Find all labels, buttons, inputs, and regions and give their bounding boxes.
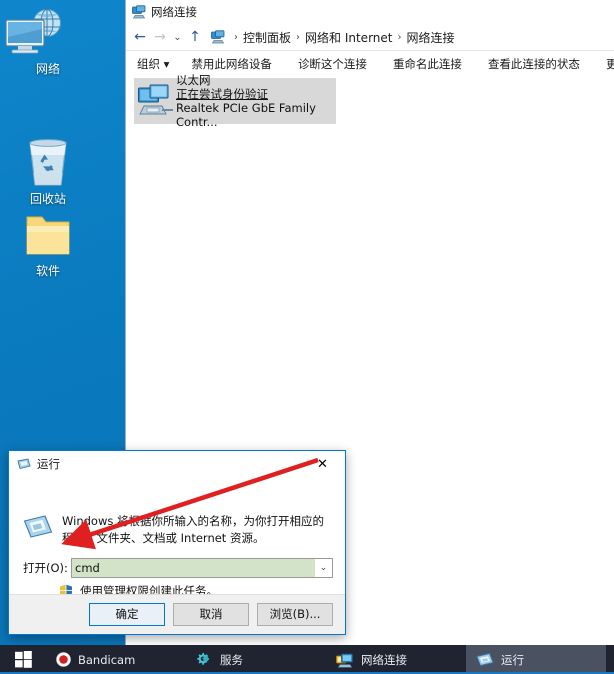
network-globe-icon [0, 6, 96, 58]
desktop-icon-label: 回收站 [29, 192, 66, 206]
run-large-icon [23, 513, 53, 544]
taskbar-item-label: Bandicam [78, 652, 136, 667]
toolbar-view-status-button[interactable]: 查看此连接的状态 [475, 52, 593, 76]
run-dialog-titlebar: 运行 ✕ [9, 451, 345, 477]
toolbar-organize-button[interactable]: 组织 ▾ [126, 52, 178, 76]
recent-locations-chevron-down-icon[interactable]: ⌄ [170, 26, 185, 48]
taskbar-item-label: 服务 [220, 652, 243, 667]
network-connections-icon [132, 5, 146, 19]
run-icon [476, 652, 494, 667]
up-button[interactable]: ↑ [185, 26, 205, 48]
open-label: 打开(O): [23, 561, 68, 575]
taskbar-item-label: 网络连接 [361, 652, 407, 667]
breadcrumb-network-connections-icon [211, 30, 225, 44]
run-icon [17, 457, 31, 471]
desktop-icon-label: 软件 [35, 264, 60, 278]
taskbar: Bandicam 服务 网络连接 运行 [0, 645, 614, 674]
run-dialog-title-text: 运行 [37, 457, 60, 471]
recycle-bin-icon [0, 136, 96, 188]
breadcrumb-item-network-internet[interactable]: 网络和 Internet [305, 29, 392, 46]
chevron-down-icon[interactable]: ⌄ [315, 559, 332, 577]
run-dialog: 运行 ✕ Windows 将根据你所输入的名称，为你打开相应的程序、文件夹、文档… [8, 450, 346, 635]
taskbar-item-run[interactable]: 运行 [466, 645, 606, 674]
forward-button[interactable]: → [150, 26, 170, 48]
run-open-row: 打开(O): ⌄ [23, 558, 333, 578]
breadcrumb-separator: › [296, 31, 301, 43]
close-icon[interactable]: ✕ [300, 451, 345, 477]
connection-name: 以太网 [176, 73, 211, 87]
desktop-icon-label: 网络 [35, 62, 60, 76]
run-dialog-body: Windows 将根据你所输入的名称，为你打开相应的程序、文件夹、文档或 Int… [9, 477, 345, 598]
bandicam-record-icon [56, 652, 71, 667]
services-gears-icon [196, 652, 213, 668]
taskbar-item-network-connections[interactable]: 网络连接 [326, 645, 466, 674]
taskbar-item-label: 运行 [501, 652, 524, 667]
ok-button[interactable]: 确定 [89, 603, 165, 626]
network-connections-icon [336, 652, 354, 668]
breadcrumb-separator: › [234, 31, 238, 43]
desktop-icon-network[interactable]: 网络 [0, 6, 96, 76]
connection-item-ethernet[interactable]: 以太网 正在尝试身份验证 Realtek PCIe GbE Family Con… [134, 73, 336, 129]
breadcrumb-item-network-connections[interactable]: 网络连接 [406, 29, 454, 46]
connection-item-text: 以太网 正在尝试身份验证 Realtek PCIe GbE Family Con… [176, 73, 332, 129]
connection-status: 正在尝试身份验证 [176, 87, 268, 101]
folder-icon [0, 208, 96, 260]
cancel-button[interactable]: 取消 [173, 603, 249, 626]
toolbar-diagnose-connection-button[interactable]: 诊断这个连接 [285, 52, 380, 76]
explorer-navigation-bar: ← → ⌄ ↑ › 控制面板 › 网络和 Internet › 网络连接 [126, 24, 614, 50]
explorer-titlebar: 网络连接 [126, 0, 614, 24]
run-dialog-footer: 确定 取消 浏览(B)... [9, 594, 345, 634]
toolbar-change-settings-button[interactable]: 更改此连接的设置 [593, 52, 614, 76]
taskbar-item-services[interactable]: 服务 [186, 645, 326, 674]
windows-start-icon[interactable] [0, 645, 46, 674]
open-combobox[interactable]: ⌄ [71, 558, 333, 578]
ethernet-adapter-icon [138, 84, 176, 118]
desktop-icon-recycle-bin[interactable]: 回收站 [0, 136, 96, 206]
connection-adapter: Realtek PCIe GbE Family Contr... [176, 101, 316, 129]
breadcrumb-separator: › [397, 31, 402, 43]
desktop-icon-software[interactable]: 软件 [0, 208, 96, 278]
back-button[interactable]: ← [130, 26, 150, 48]
toolbar-disable-device-button[interactable]: 禁用此网络设备 [178, 52, 285, 76]
breadcrumb-item-control-panel[interactable]: 控制面板 [243, 29, 291, 46]
taskbar-item-bandicam[interactable]: Bandicam [46, 645, 186, 674]
browse-button[interactable]: 浏览(B)... [257, 603, 333, 626]
toolbar-rename-connection-button[interactable]: 重命名此连接 [380, 52, 475, 76]
open-input[interactable] [72, 559, 315, 577]
run-dialog-description: Windows 将根据你所输入的名称，为你打开相应的程序、文件夹、文档或 Int… [62, 514, 324, 545]
explorer-title-text: 网络连接 [151, 5, 197, 19]
